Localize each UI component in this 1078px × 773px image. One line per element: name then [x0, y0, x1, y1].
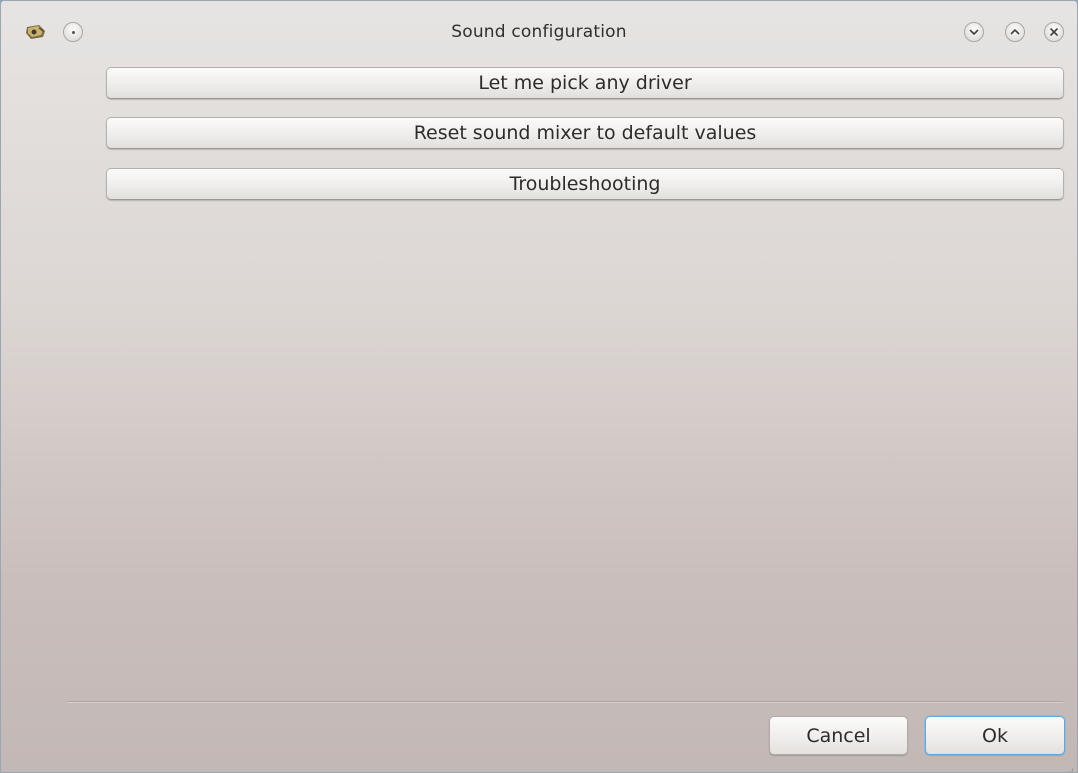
pick-any-driver-button[interactable]: Let me pick any driver [106, 67, 1064, 99]
chevron-down-icon[interactable] [964, 22, 984, 42]
window-title: Sound configuration [451, 22, 627, 42]
sound-configuration-window: Sound configuration Let me pick any driv… [0, 0, 1078, 773]
close-icon[interactable] [1044, 22, 1064, 42]
chevron-up-icon[interactable] [1005, 22, 1025, 42]
reset-sound-mixer-button[interactable]: Reset sound mixer to default values [106, 117, 1064, 149]
cancel-button[interactable]: Cancel [769, 716, 908, 755]
troubleshooting-button[interactable]: Troubleshooting [106, 168, 1064, 200]
footer-separator [67, 701, 1063, 703]
resize-grip-icon[interactable] [1066, 761, 1074, 772]
title-bar[interactable]: Sound configuration [1, 1, 1077, 63]
ok-button[interactable]: Ok [925, 716, 1065, 755]
